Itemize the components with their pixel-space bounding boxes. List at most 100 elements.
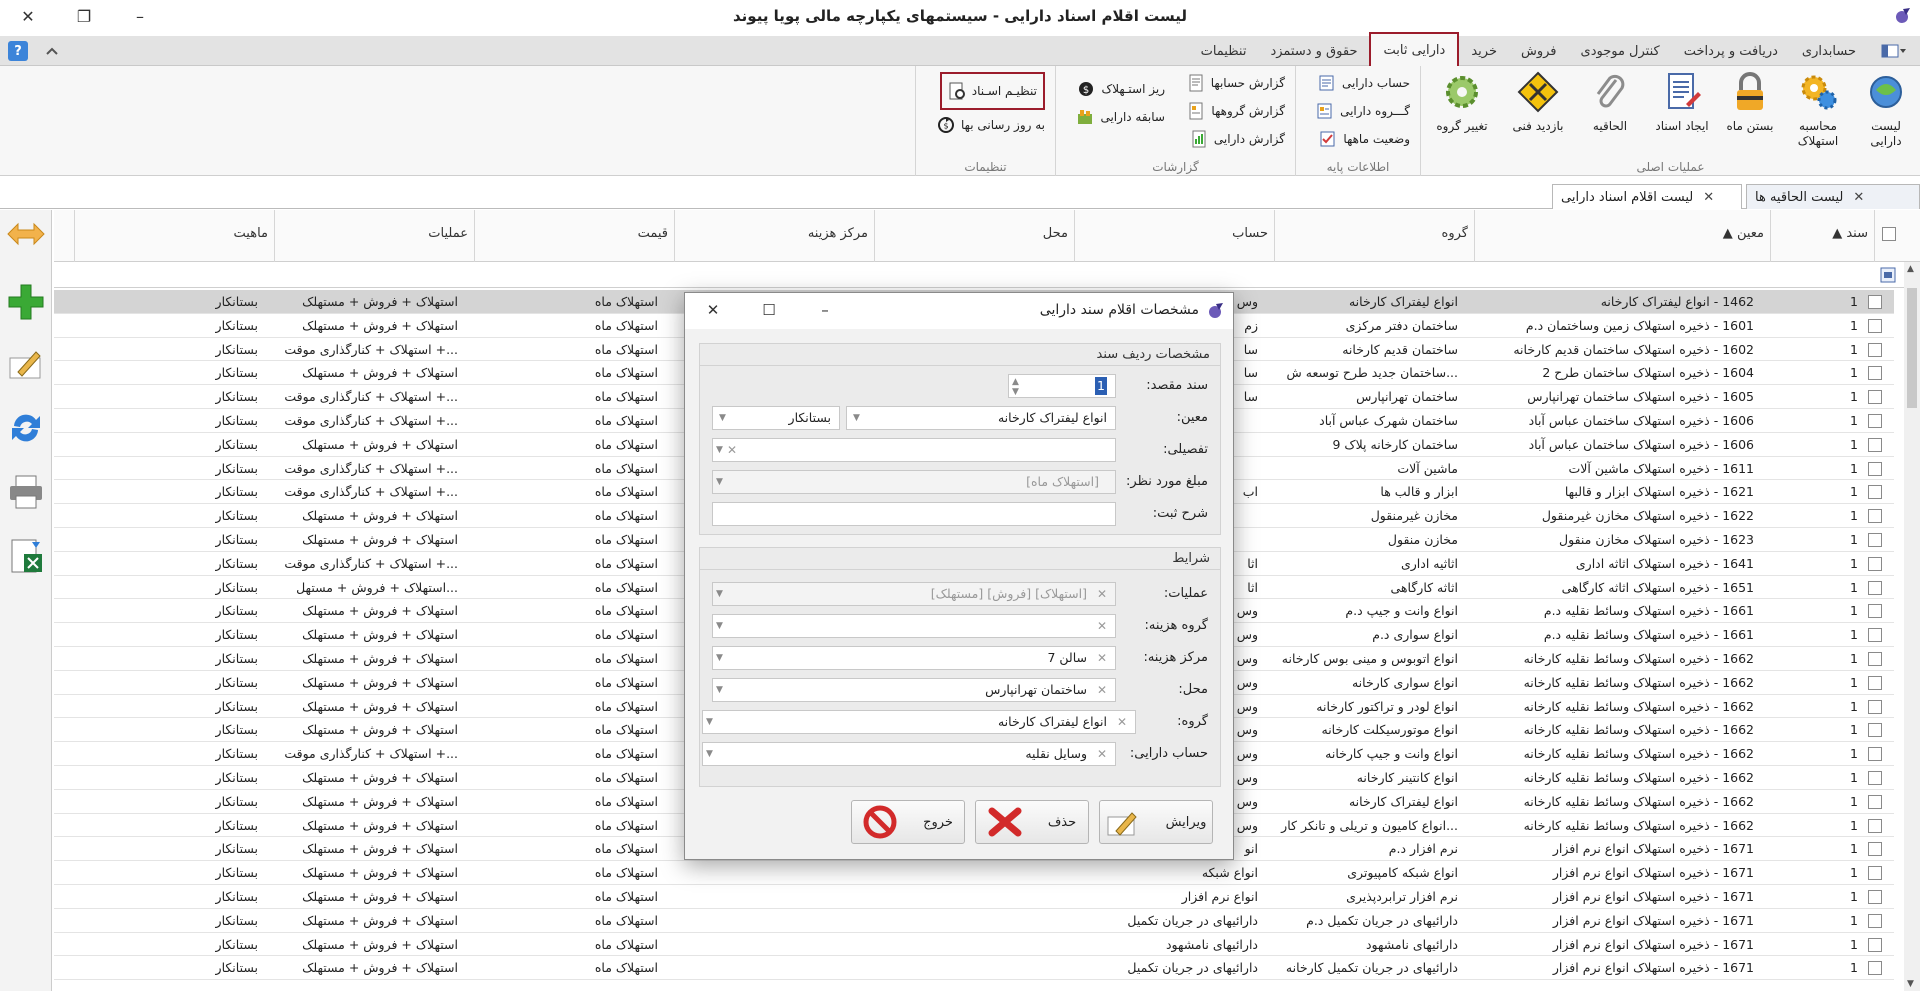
row-checkbox[interactable] — [1868, 937, 1882, 952]
ribbon-system-menu[interactable] — [1868, 36, 1920, 66]
add-icon[interactable] — [6, 282, 46, 322]
cost-group-combo[interactable]: ✕ ▼ — [712, 614, 1116, 638]
nature-combo[interactable]: بستانکار ▼ — [712, 406, 840, 430]
doc-tab-asset-document-items[interactable]: لیست اقلام اسناد دارایی ✕ — [1552, 184, 1742, 209]
row-checkbox[interactable] — [1868, 342, 1882, 357]
accounts-report-button[interactable]: گزارش حسابها — [1187, 72, 1285, 94]
technical-visit-button[interactable]: بازدید فنی — [1506, 70, 1570, 150]
header-moein[interactable]: معین ▲ — [1474, 210, 1770, 262]
export-excel-icon[interactable] — [6, 536, 46, 576]
tab-sales[interactable]: فروش — [1509, 36, 1569, 66]
row-checkbox[interactable] — [1868, 461, 1882, 476]
row-checkbox[interactable] — [1868, 961, 1882, 976]
cost-center-combo[interactable]: ✕ سالن 7 ▼ — [712, 646, 1116, 670]
row-checkbox[interactable] — [1868, 580, 1882, 595]
header-sanad[interactable]: سند ▲ — [1770, 210, 1874, 262]
target-doc-spinner[interactable]: 1 ▲ ▼ — [1008, 374, 1116, 398]
row-checkbox[interactable] — [1868, 437, 1882, 452]
row-checkbox[interactable] — [1868, 794, 1882, 809]
row-checkbox[interactable] — [1868, 532, 1882, 547]
grid-vertical-scrollbar[interactable]: ▲ ▼ — [1904, 262, 1920, 991]
asset-account-button[interactable]: حساب دارایی — [1318, 72, 1410, 94]
tab-settings[interactable]: تنظیمات — [1189, 36, 1259, 66]
tab-receipts-payments[interactable]: دریافت و پرداخت — [1672, 36, 1790, 66]
close-tab-icon[interactable]: ✕ — [1703, 190, 1714, 205]
row-checkbox[interactable] — [1868, 390, 1882, 405]
row-checkbox[interactable] — [1868, 842, 1882, 857]
tab-payroll[interactable]: حقوق و دستمزد — [1258, 36, 1369, 66]
row-checkbox[interactable] — [1868, 699, 1882, 714]
dialog-close-button[interactable]: ✕ — [685, 293, 741, 327]
create-documents-button[interactable]: ایجاد اسناد — [1650, 70, 1714, 150]
asset-report-button[interactable]: گزارش دارایی — [1190, 128, 1285, 150]
asset-list-button[interactable]: لیست دارایی — [1854, 70, 1918, 150]
operations-combo[interactable]: ✕ [استهلاک] [فروش] [مستهلک] ▼ — [712, 582, 1116, 606]
row-checkbox[interactable] — [1868, 413, 1882, 428]
row-checkbox[interactable] — [1868, 747, 1882, 762]
dialog-minimize-button[interactable]: – — [797, 293, 853, 327]
header-hesab[interactable]: حساب — [1074, 210, 1274, 262]
close-window-button[interactable]: ✕ — [0, 0, 56, 32]
clear-icon[interactable]: ✕ — [1097, 615, 1107, 637]
table-row[interactable]: 1 1671 - ذخیره استهلاک انواع نرم افزار نرم… — [54, 885, 1894, 909]
moein-combo[interactable]: انواع لیفتراک کارخانه ▼ — [846, 406, 1116, 430]
clear-icon[interactable]: ✕ — [1097, 679, 1107, 701]
tab-purchase[interactable]: خرید — [1459, 36, 1509, 66]
clear-icon[interactable]: ✕ — [1097, 743, 1107, 765]
tab-fixed-assets[interactable]: دارایی ثابت — [1369, 32, 1460, 66]
help-icon[interactable]: ? — [8, 41, 28, 61]
tafsili-combo[interactable]: ✕ ▼ — [712, 438, 1116, 462]
close-tab-icon[interactable]: ✕ — [1853, 190, 1864, 205]
row-checkbox[interactable] — [1868, 295, 1882, 309]
row-checkbox[interactable] — [1868, 366, 1882, 381]
update-prices-button[interactable]: $ به روز رسانی بها — [937, 114, 1045, 136]
scrollbar-thumb[interactable] — [1907, 288, 1917, 408]
row-checkbox[interactable] — [1868, 628, 1882, 643]
print-icon[interactable] — [6, 472, 46, 512]
select-all-checkbox[interactable] — [1882, 227, 1896, 241]
minimize-window-button[interactable]: – — [112, 0, 168, 32]
row-checkbox[interactable] — [1868, 651, 1882, 666]
filter-row-icon[interactable] — [1880, 267, 1896, 283]
groups-report-button[interactable]: گزارش گروهها — [1187, 100, 1285, 122]
asset-group-button[interactable]: گـــروه دارایی — [1316, 100, 1410, 122]
row-checkbox[interactable] — [1868, 913, 1882, 928]
collapse-ribbon-icon[interactable] — [42, 41, 62, 61]
doc-tab-addendum-list[interactable]: لیست الحاقیه ها ✕ — [1746, 184, 1920, 209]
close-month-button[interactable]: بستن ماه — [1718, 70, 1782, 150]
dialog-maximize-button[interactable]: ☐ — [741, 293, 797, 327]
row-checkbox[interactable] — [1868, 866, 1882, 881]
description-input[interactable] — [712, 502, 1116, 526]
row-checkbox[interactable] — [1868, 675, 1882, 690]
header-nature[interactable]: ماهیت — [74, 210, 274, 262]
row-checkbox[interactable] — [1868, 723, 1882, 738]
exit-button[interactable]: خروج — [851, 800, 965, 844]
tab-accounting[interactable]: حسابداری — [1790, 36, 1868, 66]
row-checkbox[interactable] — [1868, 556, 1882, 571]
edit-button[interactable]: ویرایش — [1099, 800, 1213, 844]
expand-arrows-icon[interactable] — [6, 214, 46, 254]
restore-window-button[interactable]: ❐ — [56, 0, 112, 32]
document-settings-button[interactable]: تنظیـم اسـناد — [939, 72, 1045, 110]
row-checkbox[interactable] — [1868, 318, 1882, 333]
depreciation-detail-button[interactable]: $ ریز استـهلاک — [1077, 78, 1165, 100]
header-group[interactable]: گروه — [1274, 210, 1474, 262]
row-checkbox[interactable] — [1868, 770, 1882, 785]
tab-inventory-control[interactable]: کنترل موجودی — [1569, 36, 1672, 66]
edit-icon[interactable] — [6, 344, 46, 384]
change-group-button[interactable]: تغییر گروه — [1424, 70, 1500, 150]
asset-history-button[interactable]: سابقه دارایی — [1076, 106, 1165, 128]
delete-button[interactable]: حذف — [975, 800, 1089, 844]
addendum-button[interactable]: الحاقیه — [1578, 70, 1642, 150]
clear-icon[interactable]: ✕ — [727, 439, 737, 461]
clear-icon[interactable]: ✕ — [1097, 647, 1107, 669]
row-checkbox[interactable] — [1868, 889, 1882, 904]
header-operations[interactable]: عملیات — [274, 210, 474, 262]
location-combo[interactable]: ✕ ساختمان تهرانپارس ▼ — [712, 678, 1116, 702]
month-status-button[interactable]: وضعیت ماهها — [1319, 128, 1410, 150]
row-checkbox[interactable] — [1868, 485, 1882, 500]
header-mahal[interactable]: محل — [874, 210, 1074, 262]
calc-depreciation-button[interactable]: محاسبه استهلاک — [1786, 70, 1850, 150]
table-row[interactable]: 1 1671 - ذخیره استهلاک انواع نرم افزار دار… — [54, 956, 1894, 981]
row-checkbox[interactable] — [1868, 509, 1882, 524]
